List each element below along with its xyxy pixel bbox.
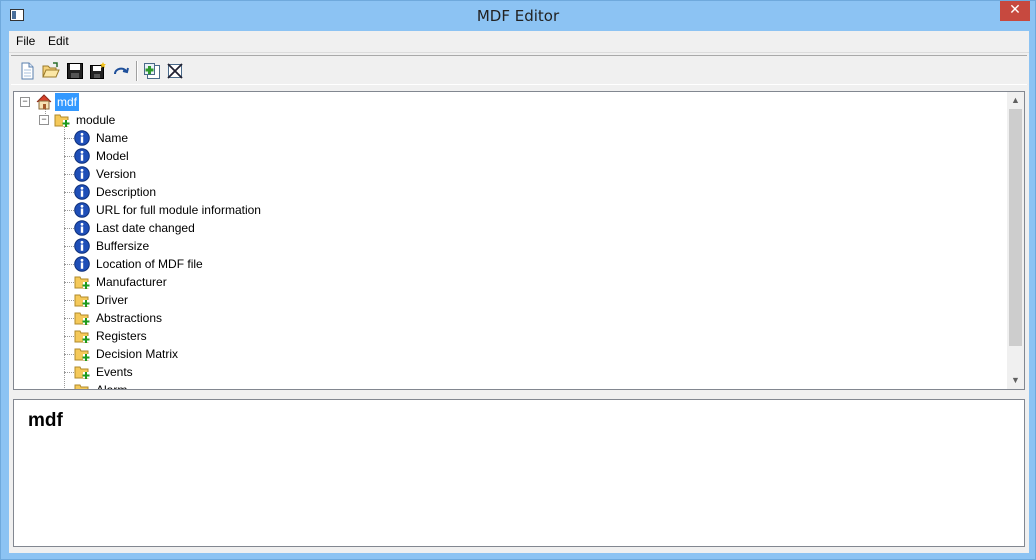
- collapse-toggle[interactable]: −: [20, 97, 30, 107]
- window-title: MDF Editor: [476, 7, 560, 25]
- tree-node-label[interactable]: Manufacturer: [94, 273, 169, 291]
- menu-bar: File Edit: [9, 31, 1029, 53]
- folder-add-icon: [54, 114, 70, 127]
- title-bar[interactable]: MDF Editor ✕: [1, 1, 1035, 31]
- folder-add-icon: [74, 310, 90, 326]
- tree-connector: [64, 264, 74, 265]
- open-folder-icon[interactable]: [42, 62, 60, 80]
- new-file-icon[interactable]: [18, 62, 36, 80]
- tree-node-registers[interactable]: Registers: [64, 327, 464, 345]
- tree-node-label[interactable]: Abstractions: [94, 309, 164, 327]
- tree-node-buffersize[interactable]: Buffersize: [64, 237, 464, 255]
- tree-node-alarm[interactable]: Alarm: [64, 381, 464, 389]
- bottom-edge: [9, 548, 1029, 553]
- info-icon: [74, 148, 90, 164]
- tree-node-location-of-mdf-file[interactable]: Location of MDF file: [64, 255, 464, 273]
- tree-node-label[interactable]: Events: [94, 363, 135, 381]
- info-icon: [74, 166, 90, 182]
- save-icon[interactable]: [66, 62, 84, 80]
- tree-connector: [64, 210, 74, 211]
- tree-node-manufacturer[interactable]: Manufacturer: [64, 273, 464, 291]
- tree-node-last-date-changed[interactable]: Last date changed: [64, 219, 464, 237]
- tree-connector: [64, 318, 74, 319]
- tree-connector: [64, 138, 74, 139]
- tree-node-label[interactable]: Decision Matrix: [94, 345, 180, 363]
- tree-node-label[interactable]: Location of MDF file: [94, 255, 205, 273]
- tree-connector: [64, 282, 74, 283]
- tree-node-label[interactable]: Name: [94, 129, 130, 147]
- tree-node-name[interactable]: Name: [64, 129, 464, 147]
- tree-connector: [64, 336, 74, 337]
- tree-node-label[interactable]: Buffersize: [94, 237, 151, 255]
- folder-add-icon: [74, 364, 90, 380]
- tree-node-label[interactable]: Model: [94, 147, 131, 165]
- tree-connector: [64, 192, 74, 193]
- tree-connector: [64, 372, 74, 373]
- tree-node-model[interactable]: Model: [64, 147, 464, 165]
- tree-node-description[interactable]: Description: [64, 183, 464, 201]
- tree-connector: [64, 246, 74, 247]
- info-icon: [74, 130, 90, 146]
- tree-node-label[interactable]: Description: [94, 183, 158, 201]
- tree-node-version[interactable]: Version: [64, 165, 464, 183]
- tree-node-root[interactable]: − mdf: [20, 93, 320, 111]
- folder-add-icon: [74, 274, 90, 290]
- tree-connector: [64, 228, 74, 229]
- delete-item-icon[interactable]: [166, 62, 184, 80]
- tree-node-label[interactable]: URL for full module information: [94, 201, 263, 219]
- tree-node-label[interactable]: Driver: [94, 291, 130, 309]
- close-button[interactable]: ✕: [1000, 1, 1030, 21]
- toolbar: [11, 55, 1027, 85]
- info-icon: [74, 184, 90, 200]
- folder-add-icon: [74, 328, 90, 344]
- tree-node-url-for-full-module-information[interactable]: URL for full module information: [64, 201, 464, 219]
- client-area: File Edit − mdf − module Name Model Vers…: [9, 31, 1029, 553]
- tree-node-label[interactable]: module: [74, 111, 117, 129]
- info-icon: [74, 202, 90, 218]
- app-window: MDF Editor ✕ File Edit − mdf − module Na…: [0, 0, 1036, 560]
- toolbar-separator: [136, 61, 138, 81]
- save-as-icon[interactable]: [89, 62, 107, 80]
- folder-add-icon: [74, 292, 90, 308]
- scroll-down-button[interactable]: ▼: [1007, 372, 1024, 389]
- tree-node-abstractions[interactable]: Abstractions: [64, 309, 464, 327]
- info-icon: [74, 220, 90, 236]
- tree-node-label[interactable]: Alarm: [94, 381, 129, 389]
- tree-node-events[interactable]: Events: [64, 363, 464, 381]
- folder-add-icon: [74, 346, 90, 362]
- redo-icon[interactable]: [112, 62, 130, 80]
- tree-node-label[interactable]: Registers: [94, 327, 149, 345]
- menu-file[interactable]: File: [13, 34, 38, 48]
- tree-node-label[interactable]: Version: [94, 165, 138, 183]
- description-heading: mdf: [28, 410, 63, 431]
- home-icon: [36, 94, 52, 110]
- info-icon: [74, 256, 90, 272]
- tree-node-driver[interactable]: Driver: [64, 291, 464, 309]
- info-icon: [74, 238, 90, 254]
- add-item-icon[interactable]: [143, 62, 161, 80]
- tree-connector: [64, 300, 74, 301]
- collapse-toggle[interactable]: −: [39, 115, 49, 125]
- scroll-thumb[interactable]: [1009, 109, 1022, 346]
- tree-scrollbar[interactable]: ▲ ▼: [1007, 92, 1024, 389]
- mdf-tree-view[interactable]: − mdf − module Name Model Version Descri…: [13, 91, 1025, 390]
- tree-connector: [64, 174, 74, 175]
- tree-node-label[interactable]: Last date changed: [94, 219, 197, 237]
- scroll-up-button[interactable]: ▲: [1007, 92, 1024, 109]
- description-panel: mdf: [13, 399, 1025, 547]
- folder-add-icon: [74, 382, 90, 389]
- tree-node-module[interactable]: − module: [39, 111, 339, 129]
- tree-connector: [64, 354, 74, 355]
- tree-node-decision-matrix[interactable]: Decision Matrix: [64, 345, 464, 363]
- menu-edit[interactable]: Edit: [45, 34, 72, 48]
- tree-node-label[interactable]: mdf: [55, 93, 80, 111]
- tree-connector: [64, 156, 74, 157]
